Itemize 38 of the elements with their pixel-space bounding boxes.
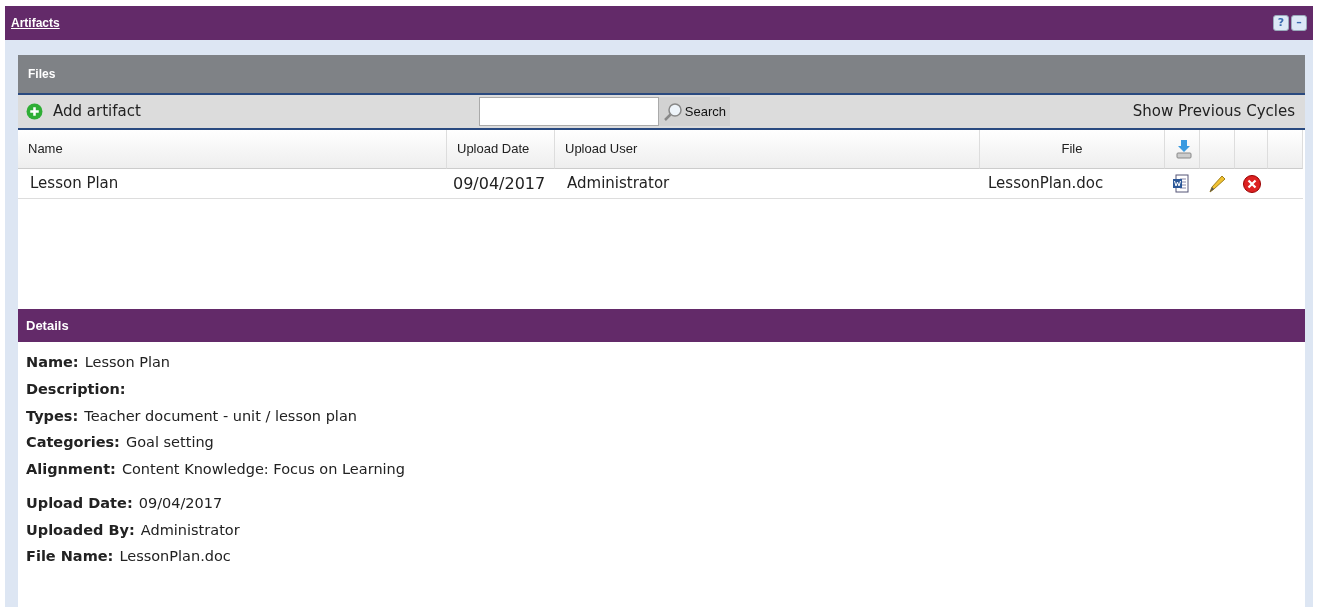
table-cell: LessonPlan.doc xyxy=(980,169,1165,199)
field-label: Categories: xyxy=(26,434,120,451)
plus-icon xyxy=(26,103,43,120)
show-previous-cycles-link[interactable]: Show Previous Cycles xyxy=(1132,100,1295,123)
panel-title-link[interactable]: Artifacts xyxy=(11,14,60,32)
field-value: 09/04/2017 xyxy=(138,494,223,511)
field-value: Teacher document - unit / lesson plan xyxy=(84,407,357,424)
column-header: Upload Date xyxy=(447,130,555,169)
search-icon xyxy=(662,101,683,122)
column-header: Name xyxy=(18,130,447,169)
field-label: Types: xyxy=(26,407,79,424)
field-value: Lesson Plan xyxy=(84,354,171,370)
delete-icon[interactable] xyxy=(1242,173,1262,194)
field-value: LessonPlan.doc xyxy=(119,548,231,565)
table-cell: Administrator xyxy=(555,169,980,199)
column-header: File xyxy=(980,130,1165,169)
download-icon[interactable] xyxy=(1175,139,1193,159)
field-value: Content Knowledge: Focus on Learning xyxy=(121,461,405,477)
field-label: Description: xyxy=(26,380,126,397)
field-value: Administrator xyxy=(140,521,240,538)
column-header: Upload User xyxy=(555,130,980,169)
word-document-icon[interactable] xyxy=(1172,173,1192,194)
field-label: Name: xyxy=(26,354,79,370)
pencil-icon[interactable] xyxy=(1207,173,1227,194)
search-field[interactable] xyxy=(478,97,659,126)
details-header: Details xyxy=(18,309,1305,342)
table-cell: Lesson Plan xyxy=(18,169,447,199)
field-value: Goal setting xyxy=(125,434,214,451)
collapse-button[interactable]: – xyxy=(1291,15,1307,31)
field-label: Uploaded By: xyxy=(26,521,135,538)
add-artifact-button[interactable]: Add artifact xyxy=(26,100,141,123)
field-label: Upload Date: xyxy=(26,494,133,511)
help-button[interactable]: ? xyxy=(1273,15,1289,31)
field-label: File Name: xyxy=(26,548,114,565)
files-header: Files xyxy=(18,55,1305,95)
search-button[interactable]: Search xyxy=(658,97,731,126)
table-cell: 09/04/2017 xyxy=(447,169,555,199)
field-label: Alignment: xyxy=(26,461,116,477)
